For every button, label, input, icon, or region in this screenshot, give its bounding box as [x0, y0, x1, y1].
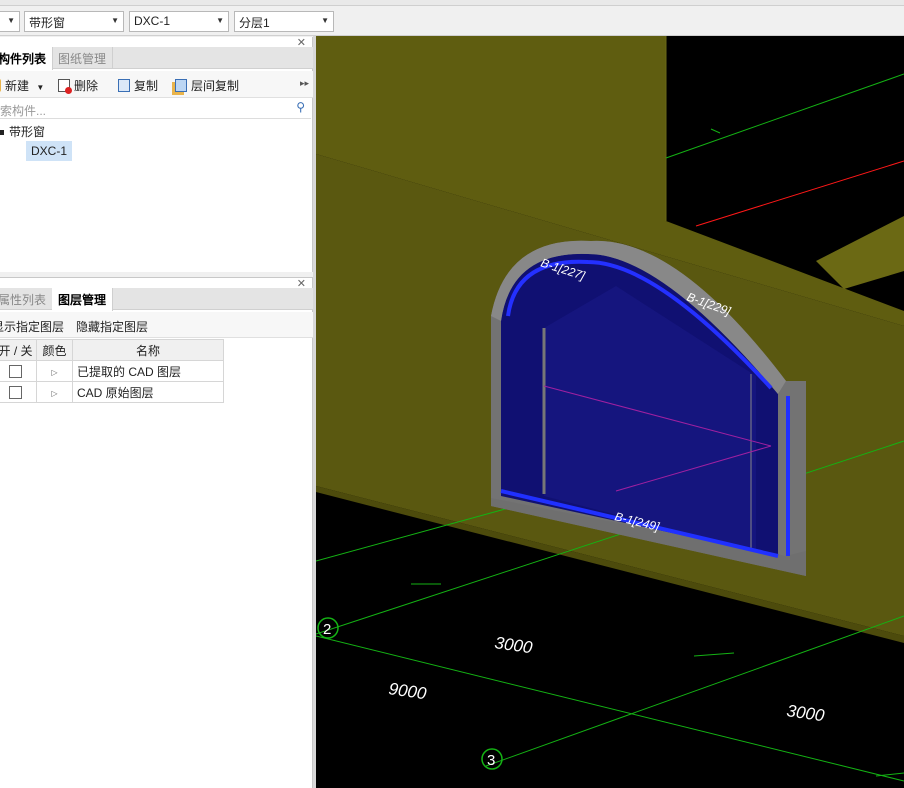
3d-scene: 2 3 3000 9000 3000 B-1[227] B-1[229] B-1…	[316, 36, 904, 782]
expand-arrow-icon[interactable]: ▷	[51, 368, 57, 377]
component-name-select[interactable]: DXC-1 ▼	[129, 11, 229, 32]
color-cell: ▷	[36, 360, 73, 382]
tab-label: 属性列表	[0, 293, 47, 307]
component-name-value: DXC-1	[134, 14, 171, 28]
layer-visible-checkbox[interactable]	[9, 386, 22, 400]
floor-copy-button[interactable]: 层间复制	[175, 77, 239, 94]
header-label: 名称	[135, 343, 160, 358]
axis-marker-3: 3	[481, 748, 503, 770]
component-actions: 新建 ▼ 删除 复制 层间复制 ▸▸	[0, 71, 313, 98]
header-label: 颜色	[42, 343, 67, 358]
layer-name: CAD 原始图层	[77, 385, 154, 400]
hide-layer-button[interactable]: 隐藏指定图层	[76, 318, 148, 335]
combo-box-left-cut[interactable]: ▼	[0, 11, 20, 32]
tab-component-list[interactable]: 构件列表	[0, 47, 54, 70]
new-button[interactable]: 新建 ▼	[0, 77, 44, 94]
table-row[interactable]: ▷ CAD 原始图层	[0, 381, 224, 403]
tab-property-list[interactable]: 属性列表	[0, 288, 54, 310]
header-label: 开 / 关	[0, 343, 33, 358]
axis-label: 2	[323, 621, 331, 638]
new-label: 新建	[5, 79, 30, 93]
hide-layer-label: 隐藏指定图层	[76, 320, 149, 334]
tab-layer-management[interactable]: 图层管理	[52, 288, 114, 311]
more-actions-icon[interactable]: ▸▸	[300, 78, 309, 89]
copy-button[interactable]: 复制	[118, 77, 158, 94]
component-search-input[interactable]: 搜索构件... ⚲	[0, 99, 311, 119]
delete-button[interactable]: 删除	[58, 77, 98, 94]
dimension-label: 3000	[785, 701, 826, 725]
chevron-down-icon: ▼	[111, 16, 119, 25]
layer-panel: ✕ 属性列表 图层管理 显示指定图层 隐藏指定图层 开 / 关 颜色 名称 ▷	[0, 277, 313, 788]
axis-label: 3	[487, 752, 495, 769]
layer-name: 已提取的 CAD 图层	[77, 364, 182, 379]
dimension-label: 3000	[493, 633, 534, 657]
color-cell: ▷	[36, 381, 73, 403]
layer-table-header: 开 / 关 颜色 名称	[0, 339, 224, 361]
layer-table: 开 / 关 颜色 名称 ▷ 已提取的 CAD 图层 ▷ CAD 原始图层	[0, 339, 224, 403]
3d-viewport[interactable]: 2 3 3000 9000 3000 B-1[227] B-1[229] B-1…	[316, 36, 904, 788]
tree-node-dxc-1[interactable]: DXC-1	[26, 141, 73, 161]
tree-node-label: DXC-1	[31, 144, 68, 158]
tab-drawing-management[interactable]: 图纸管理	[52, 47, 114, 69]
header-color: 颜色	[36, 339, 73, 361]
delete-label: 删除	[74, 79, 99, 93]
new-icon	[0, 79, 1, 92]
tab-label: 构件列表	[0, 52, 47, 66]
component-panel-tabs: 构件列表 图纸管理	[0, 47, 313, 70]
show-layer-label: 显示指定图层	[0, 320, 65, 334]
show-layer-button[interactable]: 显示指定图层	[0, 318, 64, 335]
toggle-cell	[0, 360, 37, 382]
floor-copy-icon	[175, 79, 187, 92]
name-cell: CAD 原始图层	[72, 381, 224, 403]
chevron-down-icon: ▼	[321, 16, 329, 25]
header-toggle: 开 / 关	[0, 339, 37, 361]
tab-label: 图层管理	[58, 293, 107, 307]
back-wall	[816, 216, 904, 289]
expand-arrow-icon[interactable]: ▷	[51, 389, 57, 398]
component-type-value: 带形窗	[29, 16, 66, 30]
chevron-down-icon: ▼	[216, 16, 224, 25]
tree-node-label: 带形窗	[9, 125, 46, 139]
search-icon[interactable]: ⚲	[296, 100, 305, 114]
component-panel: ✕ 构件列表 图纸管理 新建 ▼ 删除 复制 层间复制 ▸▸ 搜索构件... ⚲…	[0, 37, 313, 272]
chevron-down-icon: ▼	[7, 16, 15, 25]
tab-label: 图纸管理	[58, 52, 107, 66]
tree-expand-icon[interactable]	[0, 129, 4, 135]
tree-node-strip-window[interactable]: 带形窗	[0, 123, 45, 140]
header-name: 名称	[72, 339, 224, 361]
copy-icon	[118, 79, 130, 92]
layer-select[interactable]: 分层1 ▼	[234, 11, 334, 32]
table-row[interactable]: ▷ 已提取的 CAD 图层	[0, 360, 224, 382]
copy-label: 复制	[134, 79, 159, 93]
component-type-select[interactable]: 带形窗 ▼	[24, 11, 124, 32]
layer-select-value: 分层1	[239, 16, 270, 30]
dimension-label: 9000	[387, 679, 428, 703]
layer-panel-tabs: 属性列表 图层管理	[0, 288, 313, 311]
toggle-cell	[0, 381, 37, 403]
search-placeholder: 搜索构件...	[0, 104, 47, 118]
layer-actions: 显示指定图层 隐藏指定图层	[0, 312, 313, 338]
toolbar: ▼ 带形窗 ▼ DXC-1 ▼ 分层1 ▼	[0, 6, 904, 36]
name-cell: 已提取的 CAD 图层	[72, 360, 224, 382]
chevron-down-icon: ▼	[36, 83, 45, 92]
floor-copy-label: 层间复制	[191, 79, 240, 93]
delete-icon	[58, 79, 72, 94]
layer-visible-checkbox[interactable]	[9, 365, 22, 379]
